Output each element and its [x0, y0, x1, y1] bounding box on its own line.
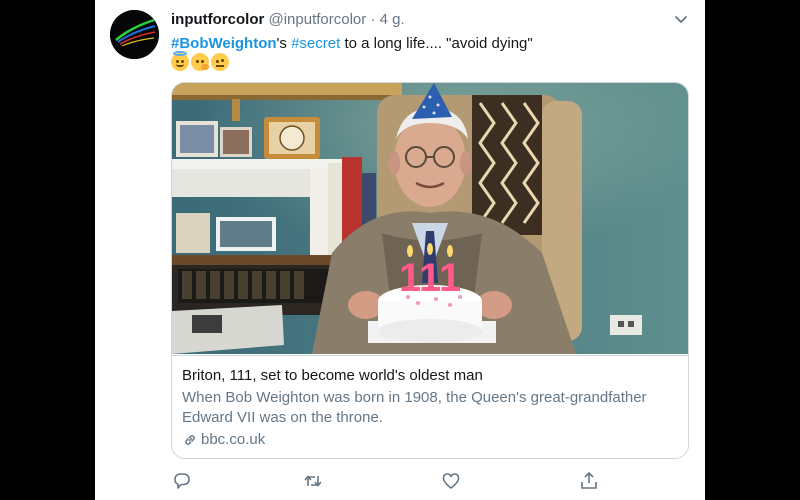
article-photo: 111 [172, 83, 688, 354]
tweet-text-segment: 's [276, 35, 292, 52]
link-preview-card[interactable]: 111 Briton, 111, set to become world's o… [171, 82, 689, 459]
avatar-image [110, 10, 159, 59]
hashtag-link[interactable]: #secret [291, 35, 340, 52]
link-description: When Bob Weighton was born in 1908, the … [182, 389, 647, 426]
tweet-text-segment: to a long life.... "avoid dying" [340, 35, 533, 52]
share-icon[interactable] [578, 470, 600, 492]
cake-candle-number: 111 [399, 256, 461, 300]
separator-dot: · [370, 11, 376, 28]
user-handle[interactable]: @inputforcolor [269, 11, 367, 28]
tweet-text: #BobWeighton's #secret to a long life...… [171, 34, 533, 54]
display-name[interactable]: inputforcolor [171, 11, 264, 28]
tweet-card: inputforcolor @inputforcolor · 4 g. #Bob… [95, 0, 705, 500]
link-icon [185, 435, 195, 445]
link-preview-body: Briton, 111, set to become world's oldes… [172, 355, 688, 458]
like-icon[interactable] [440, 470, 462, 492]
chevron-down-icon[interactable] [672, 10, 690, 28]
thinking-face-emoji [191, 53, 209, 71]
tweet-header: inputforcolor @inputforcolor · 4 g. [171, 10, 405, 30]
tweet-timestamp[interactable]: 4 g. [380, 11, 405, 28]
tweet-actions [171, 470, 691, 492]
reply-icon[interactable] [171, 470, 193, 492]
hashtag-link[interactable]: #BobWeighton [171, 35, 277, 52]
avatar[interactable] [110, 10, 159, 59]
link-domain: bbc.co.uk [201, 431, 266, 448]
smiling-face-with-halo-emoji [171, 51, 189, 71]
face-with-raised-eyebrow-emoji [211, 53, 229, 71]
emoji-row [171, 51, 229, 71]
link-title[interactable]: Briton, 111, set to become world's oldes… [182, 366, 678, 386]
retweet-icon[interactable] [302, 470, 324, 492]
link-domain-row: bbc.co.uk [182, 430, 678, 450]
